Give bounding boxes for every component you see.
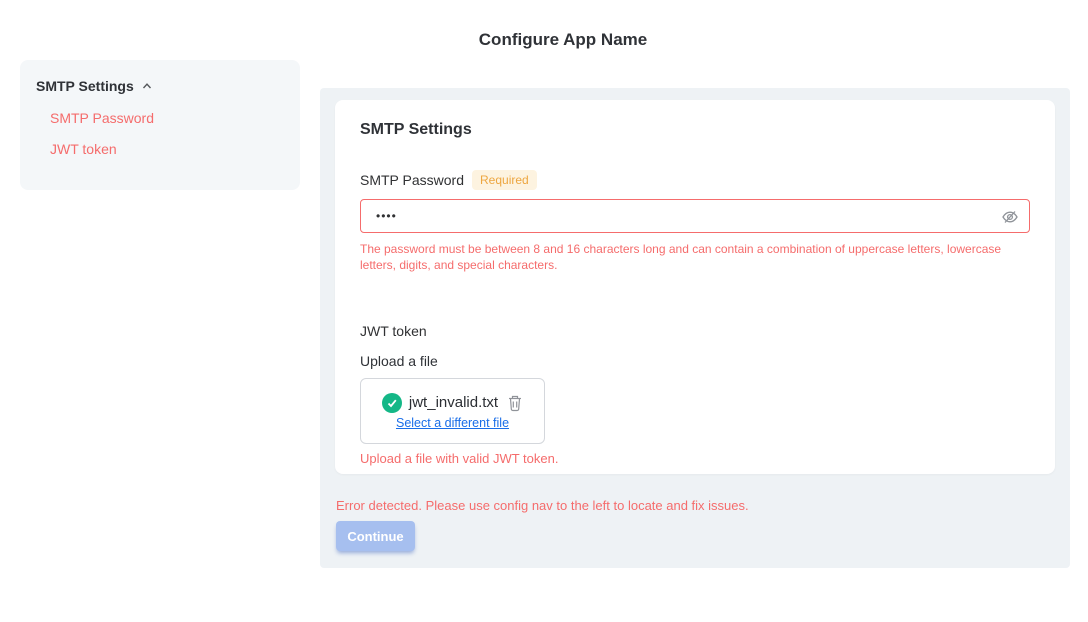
page-title: Configure App Name [0, 30, 1088, 50]
sidebar-item-jwt-token[interactable]: JWT token [50, 141, 284, 157]
smtp-settings-card: SMTP Settings SMTP Password Required The… [335, 100, 1055, 474]
eye-off-icon[interactable] [1001, 208, 1019, 226]
jwt-error-text: Upload a file with valid JWT token. [360, 451, 1030, 466]
sidebar-section-label: SMTP Settings [36, 78, 134, 94]
card-title: SMTP Settings [360, 120, 1030, 140]
password-field-wrap [360, 199, 1030, 233]
chevron-up-icon [141, 80, 153, 92]
smtp-password-label-row: SMTP Password Required [360, 170, 1030, 190]
check-circle-icon [382, 393, 402, 413]
sidebar-section-smtp-settings[interactable]: SMTP Settings [36, 78, 284, 94]
upload-file-label: Upload a file [360, 353, 1030, 369]
uploaded-file-name: jwt_invalid.txt [409, 394, 498, 411]
config-nav-sidebar: SMTP Settings SMTP Password JWT token [20, 60, 300, 190]
required-badge: Required [472, 170, 537, 190]
uploaded-file-row: jwt_invalid.txt [382, 393, 523, 413]
jwt-token-label: JWT token [360, 323, 1030, 339]
select-different-file-link[interactable]: Select a different file [396, 416, 509, 430]
config-panel: SMTP Settings SMTP Password Required The… [320, 88, 1070, 568]
password-error-text: The password must be between 8 and 16 ch… [360, 241, 1032, 273]
file-upload-box: jwt_invalid.txt Select a different file [360, 378, 545, 444]
trash-icon[interactable] [507, 394, 523, 412]
smtp-password-input[interactable] [360, 199, 1030, 233]
sidebar-item-smtp-password[interactable]: SMTP Password [50, 110, 284, 126]
continue-button[interactable]: Continue [336, 521, 415, 551]
smtp-password-label: SMTP Password [360, 172, 464, 188]
panel-error-text: Error detected. Please use config nav to… [336, 498, 749, 513]
